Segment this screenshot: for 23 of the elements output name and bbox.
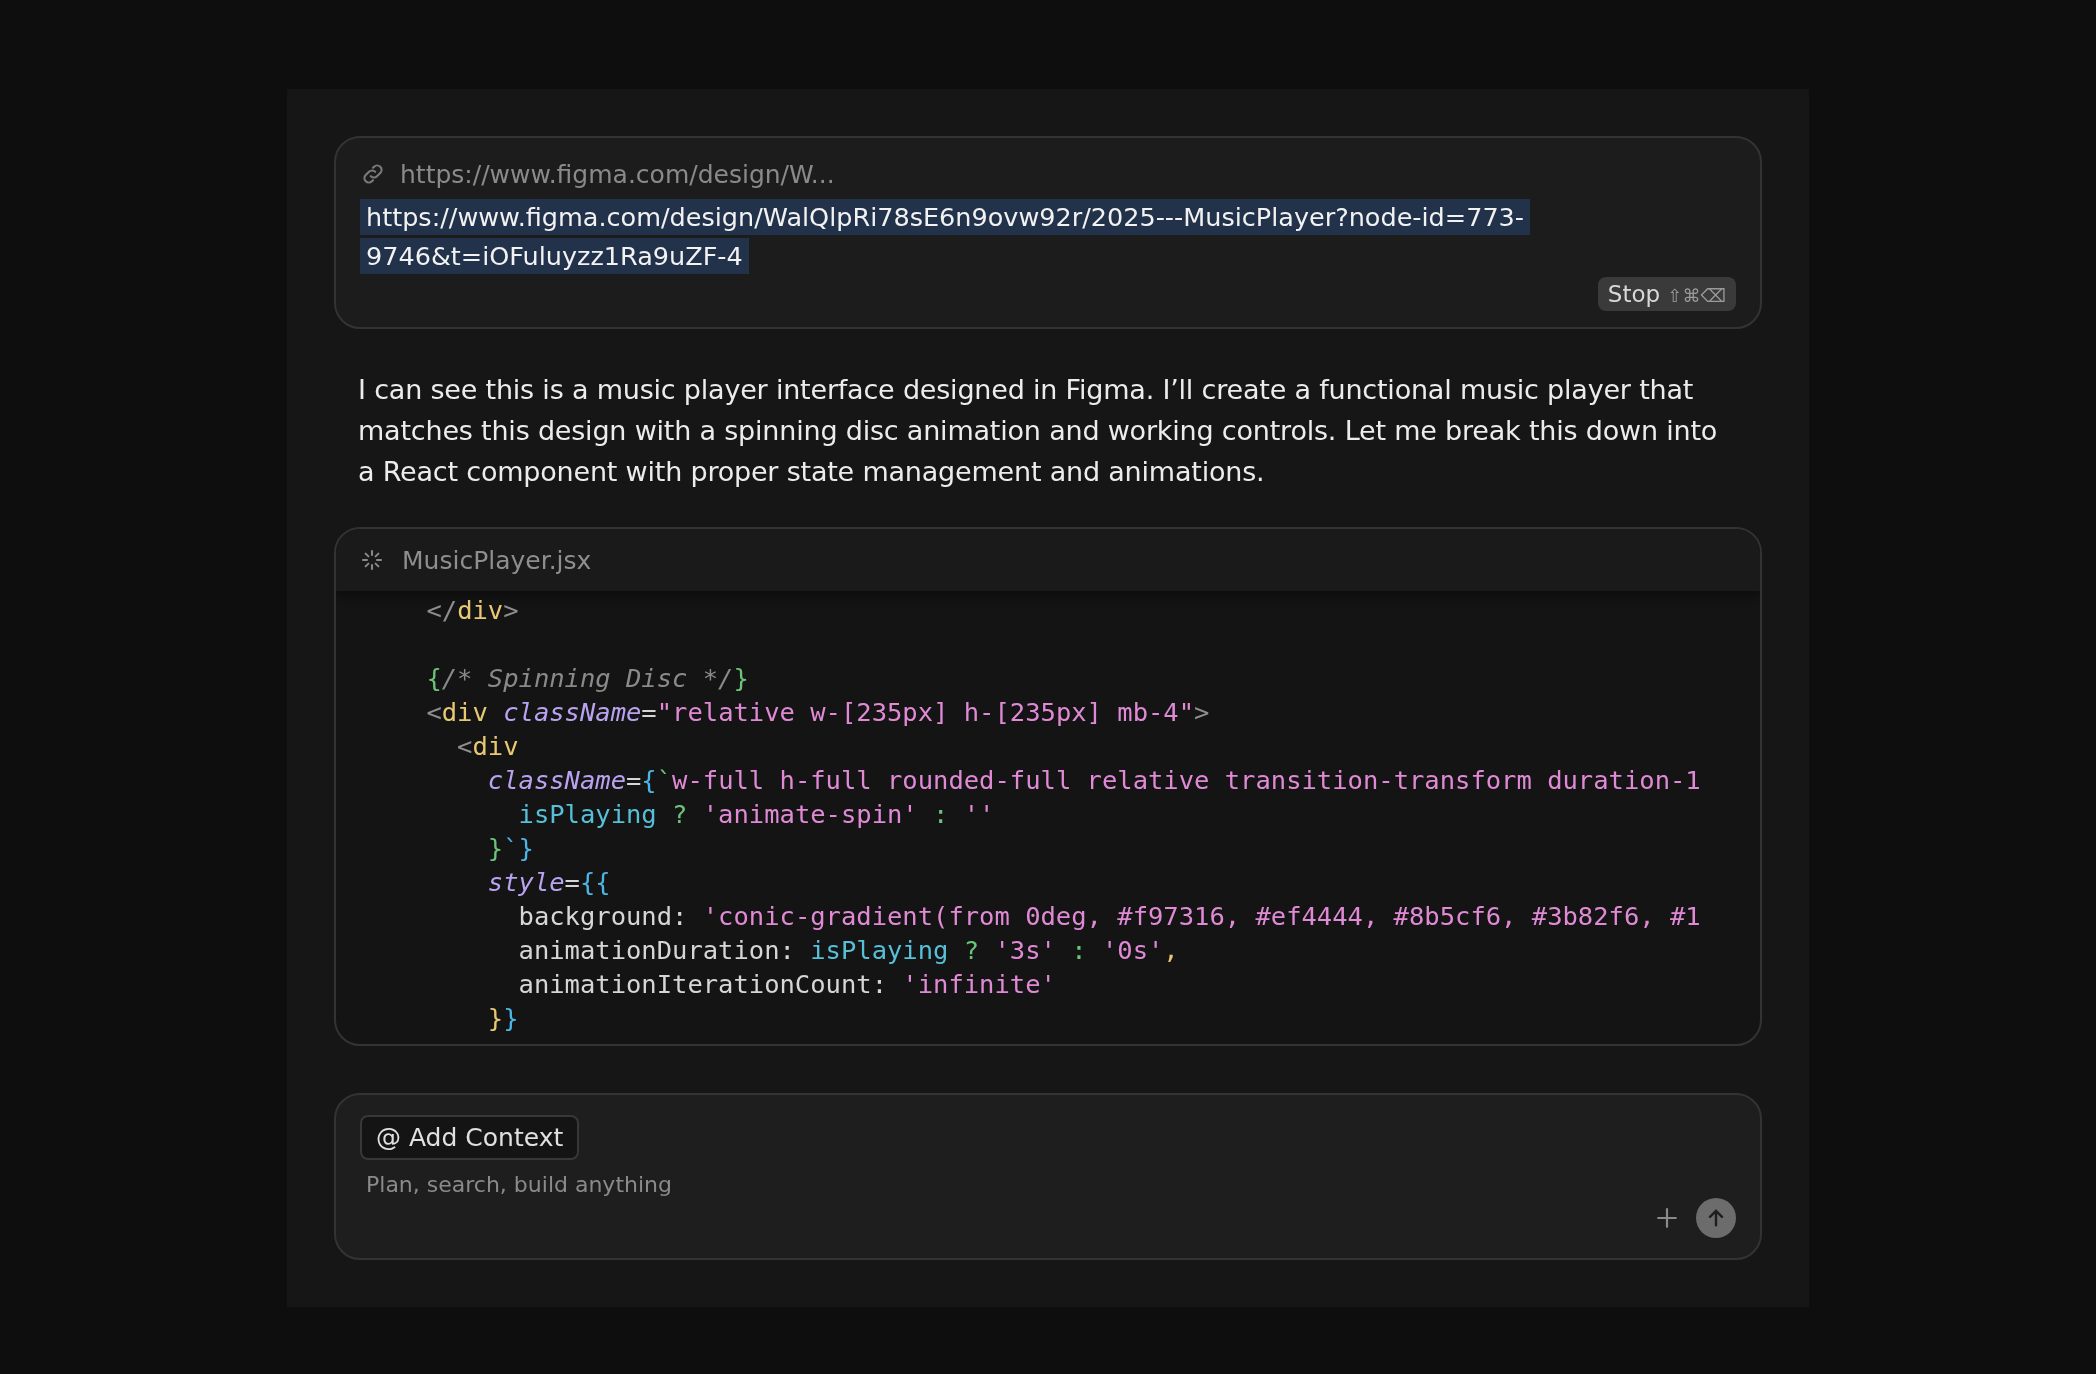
prompt-field[interactable]: Plan, search, build anything (360, 1167, 1272, 1201)
code-line: background: 'conic-gradient(from 0deg, #f97316, #ef4444, #8b5cf6, #3b82f6, #1 (517, 901, 1701, 932)
code-line: <div className="relative w-[235px] h-[235px] mb-4"> (425, 697, 1210, 728)
url-text[interactable]: https://www.figma.com/design/WalQlpRi78sE6n9ovw92r/2025---MusicPlayer?node-id=773- 9746&t=iOFuluyzz1Ra9uZF-4 (360, 198, 1736, 276)
send-button[interactable] (1696, 1198, 1736, 1238)
code-line: {/* Spinning Disc */} (425, 663, 749, 694)
code-line: className={`w-full h-full rounded-full relative transition-transform duration-1 (486, 765, 1701, 796)
spinner-icon (360, 548, 384, 573)
code-line: style={{ (486, 867, 611, 898)
code-line: }`} (486, 833, 534, 864)
code-line: <div (456, 731, 519, 762)
code-line: }} (486, 1003, 519, 1034)
link-title: https://www.figma.com/design/W... (400, 159, 835, 189)
file-name: MusicPlayer.jsx (402, 545, 592, 575)
link-icon (360, 161, 386, 187)
code-line: isPlaying ? 'animate-spin' : '' (517, 799, 995, 830)
code-line: </div> (425, 595, 519, 626)
stop-button[interactable]: Stop ⇧⌘⌫ (1597, 277, 1736, 312)
message-text: I can see this is a music player interface designed in Figma. I’ll create a functional music player that matches this design with a spinning disc animation and working controls. Let me break this down into a React component with proper state management and animations. (358, 373, 1719, 490)
add-context-button[interactable]: @ Add Context (360, 1114, 580, 1160)
code-line: animationIterationCount: 'infinite' (517, 969, 1056, 1000)
plus-icon[interactable] (1656, 1207, 1678, 1229)
code-line: animationDuration: isPlaying ? '3s' : '0s', (517, 935, 1179, 966)
